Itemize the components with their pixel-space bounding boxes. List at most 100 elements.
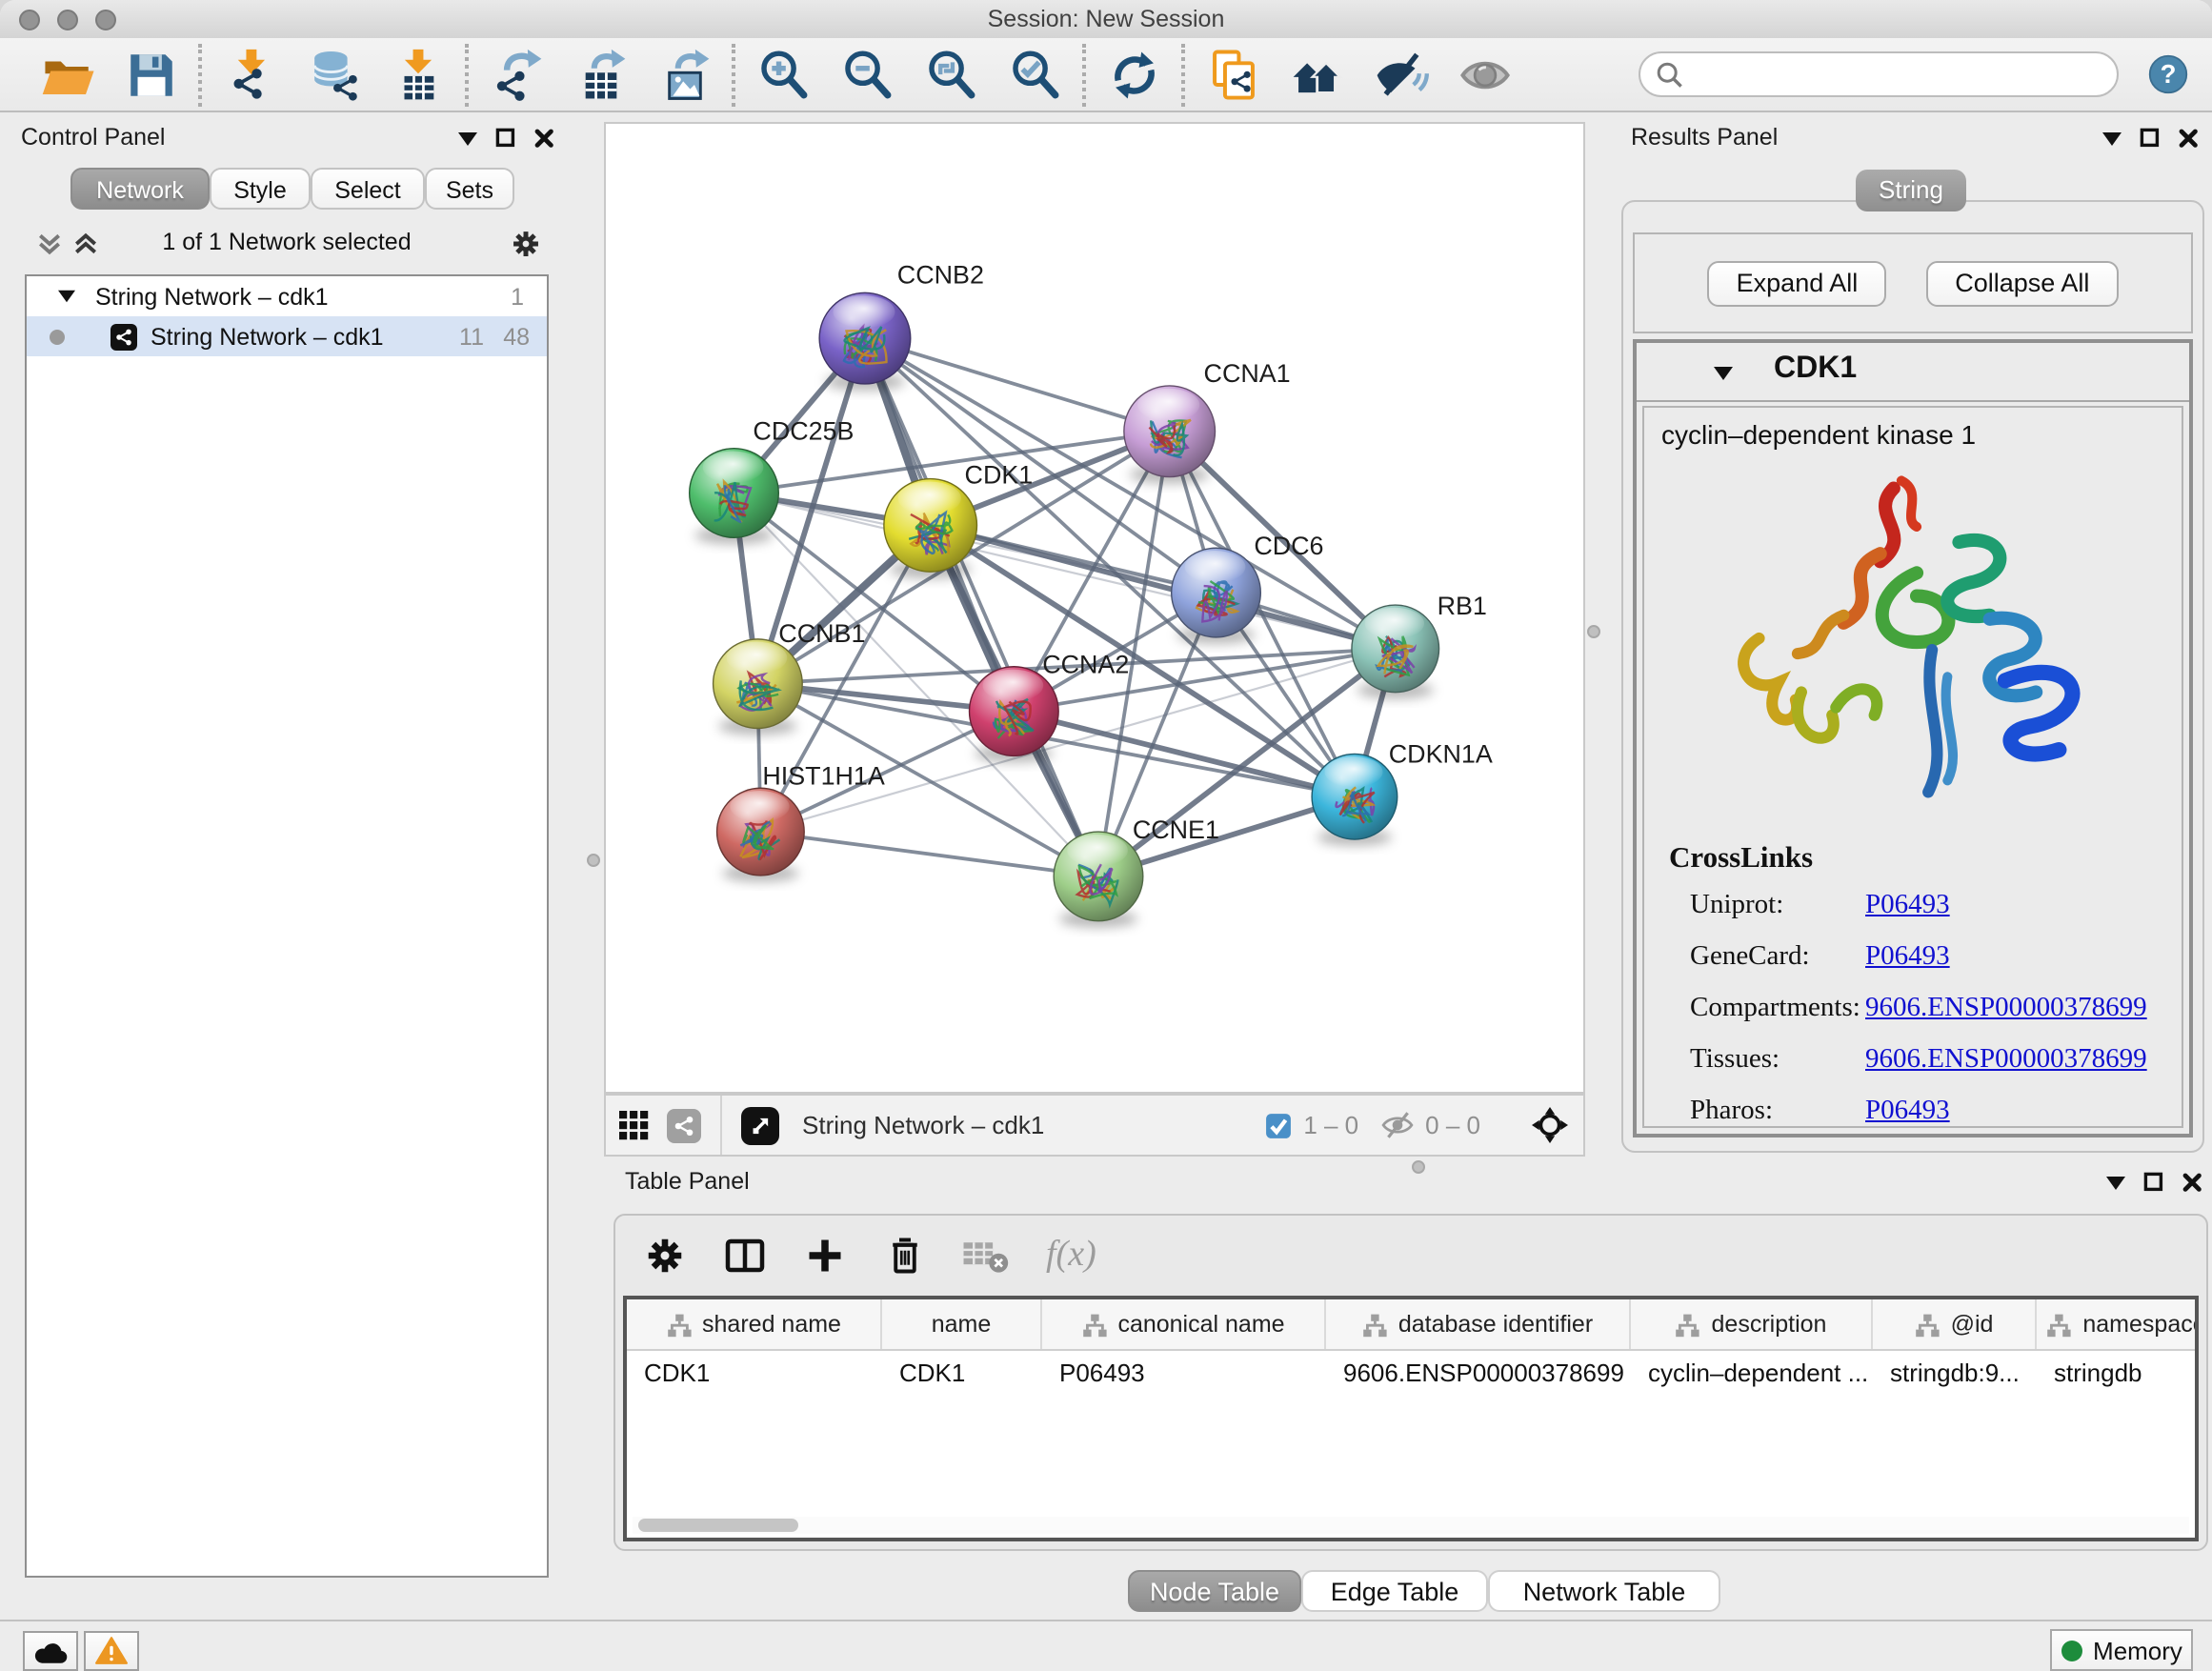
table-row[interactable]: CDK1CDK1P064939606.ENSP00000378699cyclin… [627,1351,2195,1397]
birds-eye-grid-icon[interactable] [619,1110,650,1140]
open-session-button[interactable] [38,46,95,103]
save-session-button[interactable] [122,46,179,103]
node-CCNE1[interactable] [1054,832,1143,928]
tab-edge-table[interactable]: Edge Table [1301,1570,1488,1612]
node-CDKN1A[interactable] [1312,754,1398,845]
show-eye-button[interactable] [1456,46,1513,103]
scrollbar-thumb[interactable] [638,1519,798,1532]
hide-detail-button[interactable] [1372,46,1429,103]
tab-network-table[interactable]: Network Table [1488,1570,1720,1612]
export-network-button[interactable] [488,46,545,103]
column-header-database-identifier[interactable]: database identifier [1326,1299,1631,1349]
collapse-panel-icon[interactable] [2105,1173,2126,1192]
zoom-fit-button[interactable] [922,46,979,103]
home-button[interactable] [1288,46,1345,103]
close-panel-icon[interactable] [2182,1172,2202,1193]
search-input[interactable] [1639,51,2119,97]
zoom-out-button[interactable] [838,46,895,103]
hidden-eye-slash-icon[interactable] [1381,1109,1414,1141]
zoom-selected-button[interactable] [1006,46,1063,103]
table-cell[interactable]: P06493 [1042,1351,1326,1397]
float-panel-icon[interactable] [2140,128,2161,149]
tab-network[interactable]: Network [70,168,210,210]
table-cell[interactable]: cyclin–dependent ... [1631,1351,1873,1397]
float-panel-icon[interactable] [2143,1172,2164,1193]
table-cell[interactable]: stringdb [2037,1351,2199,1397]
network-row-selected[interactable]: String Network – cdk1 11 48 [27,316,547,356]
horizontal-scrollbar[interactable] [633,1517,2189,1534]
zoom-in-button[interactable] [754,46,812,103]
edge-CCNB2-CCNA1[interactable] [865,338,1170,432]
export-image-button[interactable] [655,46,713,103]
column-header-namespace[interactable]: namespace [2037,1299,2199,1349]
crosslink-link[interactable]: 9606.ENSP00000378699 [1865,1044,2147,1077]
column-header-description[interactable]: description [1631,1299,1873,1349]
network-node-count: 11 [459,323,484,350]
delete-column-trash-icon[interactable] [882,1233,928,1278]
splitter-handle[interactable] [1587,625,1600,638]
help-button[interactable]: ? [2147,53,2189,95]
memory-button[interactable]: Memory [2050,1629,2193,1671]
window-title: Session: New Session [0,0,2212,38]
fit-selected-crosshair-icon[interactable] [1532,1107,1568,1143]
close-panel-icon[interactable] [2178,128,2199,149]
crosslinks-title: CrossLinks [1669,842,2182,876]
show-columns-icon[interactable] [722,1233,768,1278]
import-table-button[interactable] [389,46,446,103]
tab-select[interactable]: Select [311,168,425,210]
table-cell[interactable]: 9606.ENSP00000378699 [1326,1351,1631,1397]
edge-CDK1-RB1[interactable] [931,525,1396,648]
collapse-all-button[interactable]: Collapse All [1926,260,2118,306]
gene-section-header[interactable]: CDK1 [1637,343,2189,402]
open-in-new-window-icon[interactable] [741,1106,779,1144]
tab-sets[interactable]: Sets [425,168,514,210]
section-collapse-arrow-icon[interactable] [1713,364,1734,383]
column-header-canonical-name[interactable]: canonical name [1042,1299,1326,1349]
table-cell[interactable]: CDK1 [627,1351,882,1397]
tab-style[interactable]: Style [210,168,311,210]
column-header-name[interactable]: name [882,1299,1042,1349]
crosslink-link[interactable]: P06493 [1865,1096,1950,1128]
node-CCNA2[interactable] [970,667,1059,763]
network-collection-row[interactable]: String Network – cdk1 1 [27,276,547,316]
crosslink-label: Uniprot: [1690,890,1783,922]
node-RB1[interactable] [1352,605,1439,699]
crosslink-link[interactable]: P06493 [1865,941,1950,974]
warnings-button[interactable] [84,1631,139,1671]
export-table-button[interactable] [572,46,629,103]
selected-checkbox-icon[interactable] [1265,1112,1292,1138]
tab-node-table[interactable]: Node Table [1128,1570,1301,1612]
network-options-gear-icon[interactable] [509,227,543,261]
string-network-graph[interactable]: CCNB2CCNA1CDC25BCDK1CDC6RB1CCNB1CCNA2CDK… [606,124,1583,1092]
network-canvas[interactable]: CCNB2CCNA1CDC25BCDK1CDC6RB1CCNB1CCNA2CDK… [604,122,1585,1094]
node-table[interactable]: shared namenamecanonical namedatabase id… [623,1296,2199,1541]
node-HIST1H1A[interactable] [717,788,805,882]
table-cell[interactable]: CDK1 [882,1351,1042,1397]
node-CCNB1[interactable] [714,639,803,735]
cloud-status-button[interactable] [23,1631,78,1671]
table-options-gear-icon[interactable] [642,1233,688,1278]
float-panel-icon[interactable] [495,128,516,149]
clone-network-button[interactable] [1204,46,1261,103]
add-column-icon[interactable] [802,1233,848,1278]
column-header-shared-name[interactable]: shared name [627,1299,882,1349]
edge-HIST1H1A-CCNE1[interactable] [760,832,1098,876]
crosslink-link[interactable]: 9606.ENSP00000378699 [1865,993,2147,1025]
node-CDC6[interactable] [1172,548,1261,644]
close-panel-icon[interactable] [533,128,554,149]
network-overview-share-icon[interactable] [667,1108,701,1142]
collapse-panel-icon[interactable] [2101,129,2122,148]
tab-string[interactable]: String [1856,170,1966,211]
collapse-panel-icon[interactable] [457,129,478,148]
crosslink-link[interactable]: P06493 [1865,890,1950,922]
import-network-button[interactable] [221,46,278,103]
refresh-button[interactable] [1105,46,1162,103]
node-CCNA1[interactable] [1124,386,1216,484]
expand-all-button[interactable]: Expand All [1708,260,1887,306]
node-CDC25B[interactable] [690,449,779,545]
column-header--id[interactable]: @id [1873,1299,2037,1349]
import-network-from-database-button[interactable] [305,46,362,103]
tree-expand-arrow-icon[interactable] [57,288,76,305]
table-cell[interactable]: stringdb:9... [1873,1351,2037,1397]
splitter-handle[interactable] [587,854,600,867]
